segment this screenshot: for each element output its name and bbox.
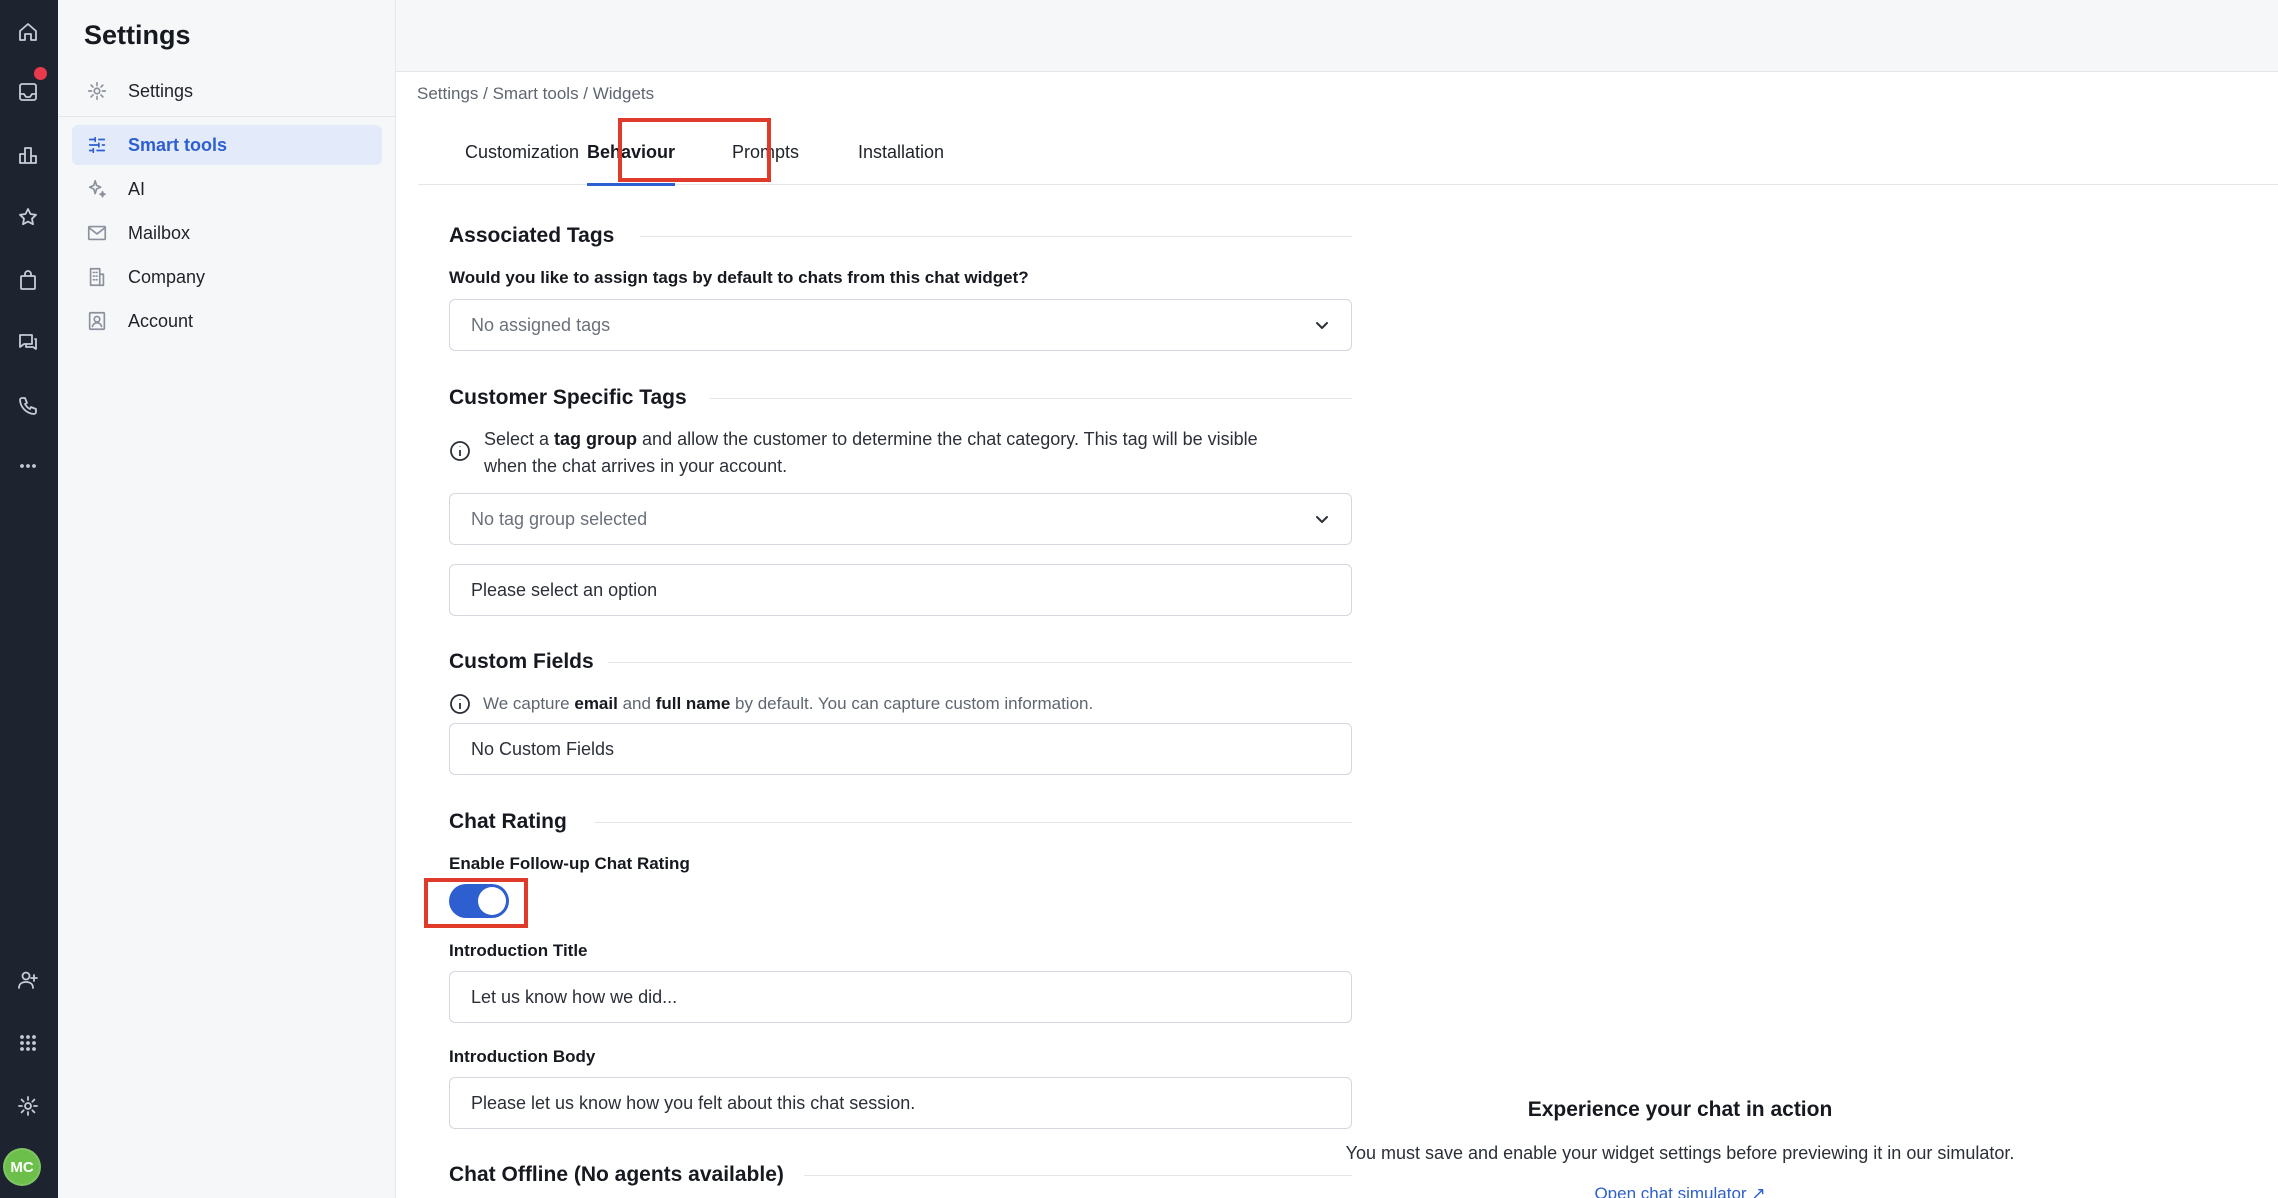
section-divider — [804, 1175, 1352, 1176]
associated-tags-select[interactable]: No assigned tags — [449, 299, 1352, 351]
custom-fields-value: No Custom Fields — [471, 738, 615, 759]
intro-body-value: Please let us know how you felt about th… — [471, 1092, 916, 1113]
section-divider — [640, 236, 1352, 237]
building-icon — [84, 264, 110, 290]
chevron-down-icon — [1313, 510, 1331, 528]
apps-grid-icon[interactable] — [8, 1023, 48, 1063]
user-card-icon — [84, 308, 110, 334]
custom-fields-info: We capture email and full name by defaul… — [449, 693, 1093, 715]
info-icon — [449, 693, 471, 715]
section-title-associated-tags: Associated Tags — [449, 224, 615, 247]
highlight-behaviour-tab — [618, 118, 771, 182]
tag-group-select[interactable]: No tag group selected — [449, 493, 1352, 545]
intro-title-value: Let us know how we did... — [471, 986, 678, 1007]
section-divider — [608, 662, 1352, 663]
intro-title-field[interactable]: Let us know how we did... — [449, 971, 1352, 1023]
sidebar-divider — [58, 116, 396, 117]
associated-tags-question: Would you like to assign tags by default… — [449, 268, 1029, 287]
sidebar-item-label: Smart tools — [128, 134, 228, 155]
sidebar-item-account[interactable]: Account — [72, 301, 382, 341]
gear-icon — [84, 78, 110, 104]
open-simulator-link[interactable]: Open chat simulator ↗ — [1480, 1184, 1880, 1198]
sidebar-item-label: Account — [128, 310, 194, 331]
gear-icon[interactable] — [8, 1086, 48, 1126]
breadcrumb: Settings / Smart tools / Widgets — [417, 84, 655, 103]
reports-icon[interactable] — [8, 135, 48, 175]
top-header — [396, 0, 2278, 72]
section-divider — [594, 822, 1352, 823]
highlight-toggle — [424, 878, 528, 928]
customer-tags-info: Select a tag group and allow the custome… — [449, 426, 1258, 480]
chat-rating-toggle-label: Enable Follow-up Chat Rating — [449, 854, 690, 873]
select-value: No assigned tags — [471, 314, 611, 335]
sidebar-item-label: Company — [128, 266, 206, 287]
sparkle-icon — [84, 176, 110, 202]
sidebar-item-label: AI — [128, 178, 146, 199]
sidebar-item-ai[interactable]: AI — [72, 169, 382, 209]
section-title-custom-fields: Custom Fields — [449, 650, 594, 673]
custom-fields-box[interactable]: No Custom Fields — [449, 723, 1352, 775]
shopping-bag-icon[interactable] — [8, 260, 48, 300]
chat-icon[interactable] — [8, 322, 48, 362]
simulator-text: You must save and enable your widget set… — [1345, 1143, 2015, 1163]
sidebar-item-mailbox[interactable]: Mailbox — [72, 213, 382, 253]
sidebar-title: Settings — [84, 20, 191, 50]
notification-badge — [34, 67, 47, 80]
section-title-customer-tags: Customer Specific Tags — [449, 386, 687, 409]
section-title-chat-offline: Chat Offline (No agents available) — [449, 1163, 784, 1186]
sidebar-item-company[interactable]: Company — [72, 257, 382, 297]
app-nav-rail: MC — [0, 0, 58, 1198]
sidebar-item-label: Settings — [128, 80, 194, 101]
section-divider — [710, 398, 1352, 399]
avatar[interactable]: MC — [3, 1148, 41, 1186]
external-link-icon: ↗ — [1751, 1184, 1766, 1198]
sidebar-item-smart-tools[interactable]: Smart tools — [72, 125, 382, 165]
intro-body-label: Introduction Body — [449, 1047, 596, 1066]
sidebar-item-label: Mailbox — [128, 222, 191, 243]
simulator-title: Experience your chat in action — [1527, 1098, 1833, 1121]
select-value: No tag group selected — [471, 508, 648, 529]
star-icon[interactable] — [8, 197, 48, 237]
home-icon[interactable] — [8, 12, 48, 52]
tab-installation[interactable]: Installation — [858, 120, 944, 185]
info-icon — [449, 440, 471, 462]
section-title-chat-rating: Chat Rating — [449, 810, 567, 833]
tag-option-select[interactable]: Please select an option — [449, 564, 1352, 616]
sliders-icon — [84, 132, 110, 158]
main-content: Settings / Smart tools / Widgets Customi… — [396, 72, 2278, 1198]
add-user-icon[interactable] — [8, 960, 48, 1000]
intro-title-label: Introduction Title — [449, 941, 588, 960]
phone-icon[interactable] — [8, 386, 48, 426]
select-value: Please select an option — [471, 579, 658, 600]
more-icon[interactable] — [8, 446, 48, 486]
sidebar-item-settings[interactable]: Settings — [72, 71, 382, 111]
chevron-down-icon — [1313, 316, 1331, 334]
tab-customization[interactable]: Customization — [465, 120, 579, 185]
mail-icon — [84, 220, 110, 246]
settings-sidebar: Settings Settings Smart tools AI Mailbox… — [58, 0, 396, 1198]
